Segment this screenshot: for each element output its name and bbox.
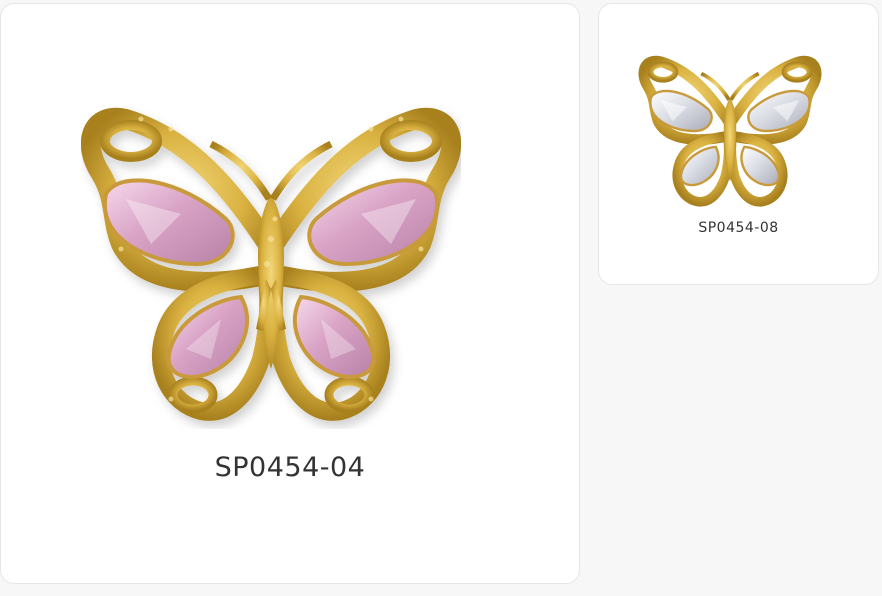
product-card-sp0454-08[interactable]: SP0454-08 [598,3,879,285]
product-card-sp0454-04[interactable]: SP0454-04 [0,3,580,584]
product-sku-label: SP0454-04 [214,452,366,483]
product-sku-label: SP0454-08 [698,220,779,236]
product-gallery: SP0454-04 SP0454-08 [0,0,882,596]
pink-butterfly-charm-image [81,107,461,421]
clear-butterfly-charm-image [638,55,822,207]
